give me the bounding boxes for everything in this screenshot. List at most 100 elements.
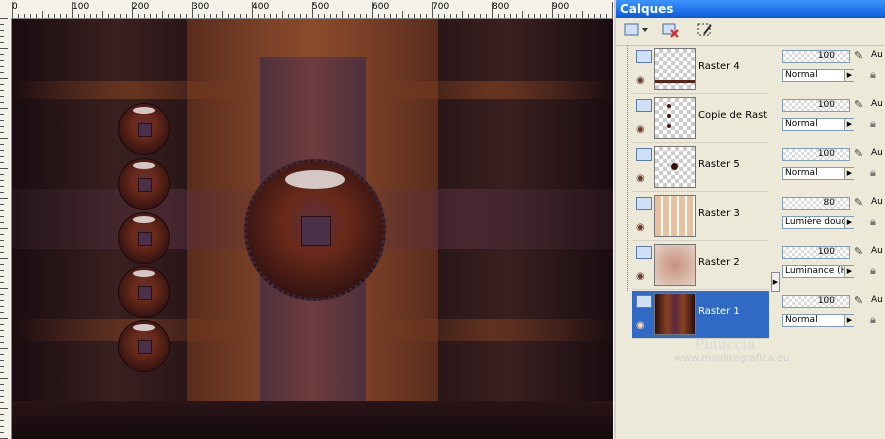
delete-layer-icon xyxy=(662,22,680,41)
ruler-tick xyxy=(336,14,337,18)
ruler-tick xyxy=(0,198,8,199)
ruler-tick xyxy=(540,14,541,18)
eye-icon[interactable]: ◉ xyxy=(636,124,645,135)
layer-row[interactable]: ◉ Raster 1 100 ✎ Au Normal ▶ 🔒︎ xyxy=(616,291,885,340)
ruler-tick xyxy=(252,2,253,18)
eye-icon[interactable]: ◉ xyxy=(636,75,645,86)
ruler-tick xyxy=(492,2,493,18)
new-layer-button[interactable] xyxy=(622,21,652,41)
lock-icon[interactable]: 🔒︎ xyxy=(870,313,876,327)
brush-icon[interactable]: ✎ xyxy=(854,98,863,111)
ruler-label: 300 xyxy=(192,2,210,12)
ruler-tick xyxy=(552,2,553,18)
ruler-tick xyxy=(240,14,241,18)
blend-dropdown-arrow-icon[interactable]: ▶ xyxy=(844,266,854,277)
layer-name[interactable]: Raster 1 xyxy=(698,306,768,317)
delete-layer-button[interactable] xyxy=(660,21,682,41)
ruler-tick xyxy=(360,14,361,18)
layer-name[interactable]: Raster 3 xyxy=(698,208,768,219)
eye-icon[interactable]: ◉ xyxy=(636,320,645,331)
opacity-field[interactable]: 100 xyxy=(782,50,850,63)
brush-icon[interactable]: ✎ xyxy=(854,49,863,62)
canvas-area[interactable]: 0 100 200 300 400 500 600 700 800 900 xyxy=(0,0,613,439)
ruler-tick xyxy=(126,14,127,18)
ruler-tick xyxy=(72,2,73,18)
lock-icon[interactable]: 🔒︎ xyxy=(870,264,876,278)
layer-properties: 100 ✎ Au Normal ▶ 🔒︎ xyxy=(780,95,885,142)
ruler-tick xyxy=(234,14,235,18)
layers-panel: Calques ◉ Raster 4 100 ✎ Au Normal ▶ 🔒︎ … xyxy=(616,0,885,439)
layer-name[interactable]: Raster 5 xyxy=(698,159,768,170)
layer-row[interactable]: ◉ Raster 4 100 ✎ Au Normal ▶ 🔒︎ xyxy=(616,46,885,95)
ruler-tick xyxy=(138,14,139,18)
ruler-tick xyxy=(534,14,535,18)
ruler-tick xyxy=(144,14,145,18)
small-orb xyxy=(118,103,170,155)
blend-dropdown-arrow-icon[interactable]: ▶ xyxy=(844,168,854,179)
ruler-tick xyxy=(0,432,4,433)
ruler-tick xyxy=(0,66,4,67)
brush-icon[interactable]: ✎ xyxy=(854,294,863,307)
layer-row[interactable]: ◉ Raster 2 100 ✎ Au Luminance (H) ▶ 🔒︎ xyxy=(616,242,885,291)
lock-icon[interactable]: 🔒︎ xyxy=(870,68,876,82)
ruler-tick xyxy=(162,11,163,18)
opacity-field[interactable]: 100 xyxy=(782,99,850,112)
ruler-tick xyxy=(132,2,133,18)
ruler-tick xyxy=(354,14,355,18)
lock-icon[interactable]: 🔒︎ xyxy=(870,166,876,180)
ruler-tick xyxy=(156,14,157,18)
ruler-tick xyxy=(24,14,25,18)
brush-icon[interactable]: ✎ xyxy=(854,147,863,160)
ruler-label: 800 xyxy=(492,2,510,12)
ruler-tick xyxy=(0,396,4,397)
central-orb xyxy=(244,159,386,301)
brush-icon[interactable]: ✎ xyxy=(854,245,863,258)
edit-selection-icon xyxy=(696,22,714,41)
ruler-tick xyxy=(0,60,4,61)
eye-icon[interactable]: ◉ xyxy=(636,173,645,184)
eye-icon[interactable]: ◉ xyxy=(636,222,645,233)
layer-name[interactable]: Raster 2 xyxy=(698,257,768,268)
auto-label: Au xyxy=(871,50,883,60)
ruler-tick xyxy=(0,42,4,43)
ruler-tick xyxy=(420,14,421,18)
ruler-tick xyxy=(516,14,517,18)
ruler-tick xyxy=(510,14,511,18)
expand-arrow-icon[interactable]: ▶ xyxy=(771,272,780,292)
ruler-tick xyxy=(0,408,8,409)
ruler-tick xyxy=(564,14,565,18)
blend-dropdown-arrow-icon[interactable]: ▶ xyxy=(844,217,854,228)
lock-icon[interactable]: 🔒︎ xyxy=(870,215,876,229)
layer-row[interactable]: ◉ Raster 5 100 ✎ Au Normal ▶ 🔒︎ xyxy=(616,144,885,193)
layer-properties: 100 ✎ Au Normal ▶ 🔒︎ xyxy=(780,144,885,191)
layer-name[interactable]: Raster 4 xyxy=(698,61,768,72)
ruler-tick xyxy=(588,14,589,18)
blend-dropdown-arrow-icon[interactable]: ▶ xyxy=(844,119,854,130)
opacity-field[interactable]: 100 xyxy=(782,246,850,259)
opacity-field[interactable]: 80 xyxy=(782,197,850,210)
ruler-tick xyxy=(12,2,13,18)
edit-selection-button[interactable] xyxy=(694,21,716,41)
ruler-tick xyxy=(378,14,379,18)
ruler-tick xyxy=(0,120,4,121)
layer-row[interactable]: ◉ Copie de Raster 5 100 ✎ Au Normal ▶ 🔒︎ xyxy=(616,95,885,144)
opacity-field[interactable]: 100 xyxy=(782,148,850,161)
raster-layer-icon xyxy=(636,99,652,112)
brush-icon[interactable]: ✎ xyxy=(854,196,863,209)
ruler-tick xyxy=(324,14,325,18)
blend-dropdown-arrow-icon[interactable]: ▶ xyxy=(844,70,854,81)
ruler-tick xyxy=(366,14,367,18)
ruler-tick xyxy=(18,14,19,18)
layer-row[interactable]: ◉ Raster 3 80 ✎ Au Lumière douce ▶ 🔒︎ xyxy=(616,193,885,242)
layer-name[interactable]: Copie de Raster 5 xyxy=(698,110,768,121)
artwork-image[interactable] xyxy=(12,19,613,439)
layer-properties: 100 ✎ Au Normal ▶ 🔒︎ xyxy=(780,291,885,338)
ruler-tick xyxy=(546,14,547,18)
blend-dropdown-arrow-icon[interactable]: ▶ xyxy=(844,315,854,326)
eye-icon[interactable]: ◉ xyxy=(636,271,645,282)
lock-icon[interactable]: 🔒︎ xyxy=(870,117,876,131)
ruler-tick xyxy=(486,14,487,18)
ruler-tick xyxy=(0,306,4,307)
opacity-field[interactable]: 100 xyxy=(782,295,850,308)
layer-thumbnail xyxy=(654,195,696,237)
